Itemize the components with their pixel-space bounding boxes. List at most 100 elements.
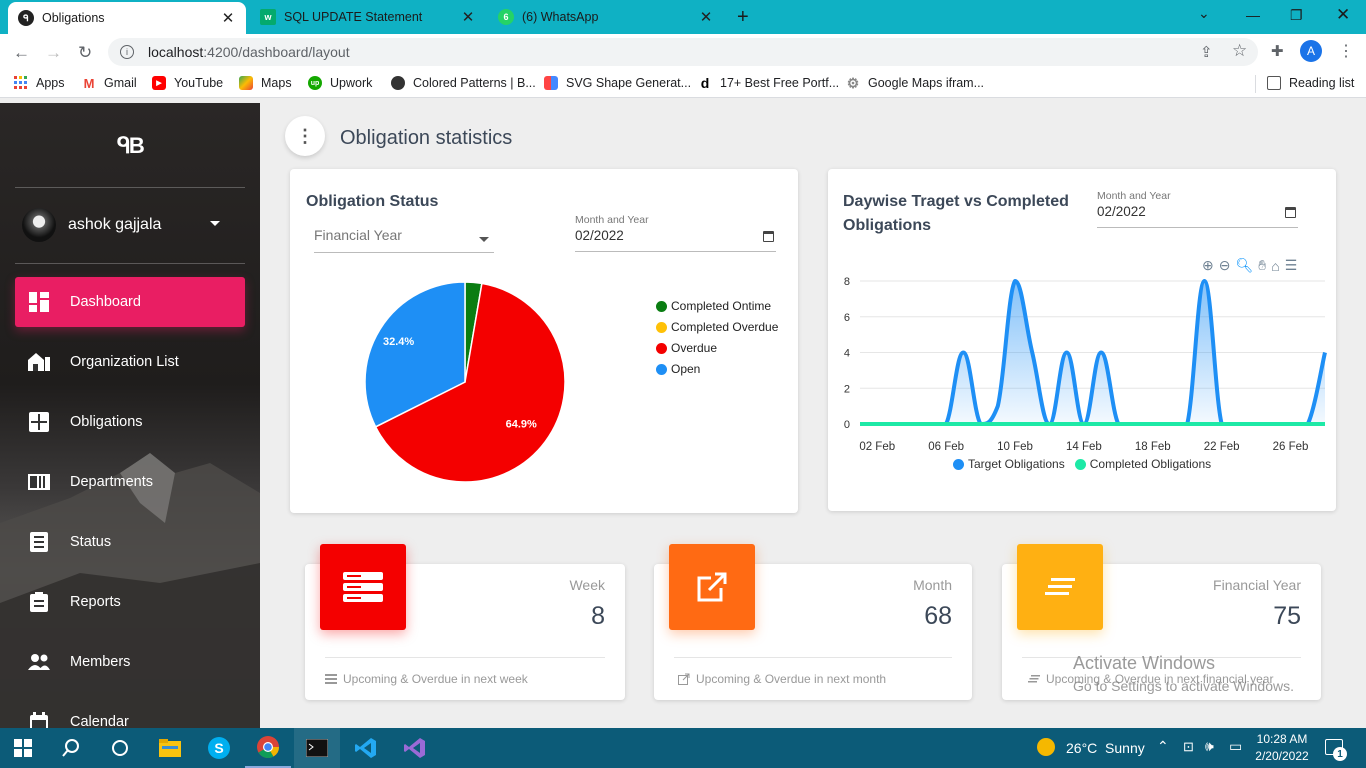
bookmark-gmail[interactable]: M Gmail — [82, 75, 137, 91]
window-close-button[interactable]: ✕ — [1336, 5, 1350, 25]
legend-item[interactable]: Completed Obligations — [1074, 457, 1211, 471]
calendar-icon[interactable] — [1285, 207, 1296, 218]
site-info-icon[interactable]: i — [120, 45, 134, 59]
back-button[interactable]: ← — [13, 43, 30, 63]
restore-button[interactable]: ❐ — [1290, 7, 1303, 24]
bookmark-google-maps-iframe[interactable]: ⚙ Google Maps ifram... — [846, 74, 984, 91]
extensions-icon[interactable]: ✚ — [1271, 42, 1284, 60]
gear-icon: ⚙ — [846, 74, 860, 91]
browser-menu-icon[interactable]: ⋮ — [1338, 41, 1354, 61]
stat-footer: Upcoming & Overdue in next month — [678, 672, 886, 686]
legend-label: Completed Overdue — [671, 320, 779, 334]
legend-item[interactable]: Open — [656, 362, 700, 376]
app-logo[interactable]: ᑫB — [117, 133, 145, 159]
bookmark-svg-shape[interactable]: SVG Shape Generat... — [544, 76, 691, 90]
taskbar-file-explorer[interactable] — [147, 728, 193, 768]
profile-avatar[interactable]: A — [1300, 40, 1322, 62]
close-icon[interactable]: ✕ — [460, 8, 476, 26]
taskbar-terminal[interactable] — [294, 728, 340, 768]
stat-value: 75 — [1273, 602, 1301, 630]
gmail-icon: M — [83, 75, 95, 91]
search-button[interactable] — [48, 728, 94, 768]
month-year-input[interactable]: 02/2022 — [1097, 204, 1298, 228]
date-label: Month and Year — [1097, 190, 1171, 202]
legend-item[interactable]: Overdue — [656, 341, 717, 355]
lines-small-icon — [1028, 673, 1040, 685]
speaker-icon[interactable]: 🕪︎ — [1205, 738, 1214, 755]
stat-divider — [325, 657, 605, 658]
start-button[interactable] — [0, 728, 46, 768]
taskbar-chrome[interactable] — [245, 728, 291, 768]
sidebar-item-members[interactable]: Members — [15, 637, 245, 687]
chevron-down-icon[interactable] — [210, 221, 220, 226]
url-path: :4200/dashboard/layout — [203, 44, 350, 60]
user-profile[interactable]: ashok gajjala — [22, 208, 220, 242]
legend-label: Open — [671, 362, 701, 376]
more-vert-button[interactable]: ⋮ — [285, 116, 325, 156]
sidebar-item-organization-list[interactable]: Organization List — [15, 337, 245, 387]
tab-search-icon[interactable]: ⌄ — [1198, 5, 1210, 22]
calendar-icon — [27, 710, 51, 728]
cortana-icon — [112, 740, 128, 756]
stat-divider — [674, 657, 952, 658]
windows-activation-watermark: Activate Windows Go to Settings to activ… — [1073, 652, 1294, 698]
tab-obligations[interactable]: ᑫ Obligations ✕ — [8, 2, 246, 34]
calendar-icon[interactable] — [763, 231, 774, 242]
share-icon[interactable]: ⇪ — [1200, 43, 1213, 61]
taskbar-visual-studio[interactable] — [392, 728, 438, 768]
sidebar-item-departments[interactable]: Departments — [15, 457, 245, 507]
battery-icon[interactable]: ▭ — [1229, 738, 1242, 755]
bookmark-portfolio[interactable]: d 17+ Best Free Portf... — [698, 75, 839, 91]
system-clock[interactable]: 10:28 AM 2/20/2022 — [1253, 731, 1311, 765]
chevron-up-icon[interactable]: ⌃ — [1157, 738, 1169, 755]
sidebar-item-status[interactable]: Status — [15, 517, 245, 567]
card-title: Obligation Status — [306, 193, 439, 210]
close-icon[interactable]: ✕ — [698, 8, 714, 26]
bookmark-colored-patterns[interactable]: Colored Patterns | B... — [391, 76, 536, 90]
pie-data-label: 64.9% — [506, 419, 537, 431]
date-label: Month and Year — [575, 214, 649, 226]
y-tick-label: 2 — [844, 383, 850, 395]
address-bar[interactable]: i localhost:4200/dashboard/layout — [108, 38, 1258, 66]
bookmark-apps[interactable]: Apps — [14, 76, 65, 90]
reading-list-button[interactable]: Reading list — [1267, 76, 1354, 90]
new-tab-button[interactable]: + — [737, 6, 749, 29]
cortana-button[interactable] — [97, 728, 143, 768]
legend-marker — [656, 363, 667, 375]
close-icon[interactable]: ✕ — [220, 9, 236, 27]
sidebar-item-calendar[interactable]: Calendar — [15, 697, 245, 728]
reload-button[interactable]: ↻ — [78, 43, 92, 63]
legend-item[interactable]: Target Obligations — [953, 457, 1065, 471]
forward-button[interactable]: → — [45, 43, 62, 63]
tab-sql-update[interactable]: w SQL UPDATE Statement ✕ — [250, 0, 486, 34]
sidebar-divider — [15, 187, 245, 188]
taskbar-skype[interactable]: S — [196, 728, 242, 768]
bookmark-maps[interactable]: Maps — [239, 76, 292, 90]
page-title: Obligation statistics — [340, 127, 513, 149]
sidebar-item-reports[interactable]: Reports — [15, 577, 245, 627]
sidebar-item-obligations[interactable]: Obligations — [15, 397, 245, 447]
tab-whatsapp[interactable]: 6 (6) WhatsApp ✕ — [488, 0, 724, 34]
bookmark-upwork[interactable]: up Upwork — [308, 76, 372, 90]
financial-year-select[interactable]: Financial Year — [314, 227, 494, 253]
legend-item[interactable]: Completed Ontime — [656, 299, 771, 313]
select-value: Financial Year — [314, 227, 402, 243]
weather-text[interactable]: 26°C Sunny — [1066, 740, 1145, 756]
weather-sun-icon[interactable] — [1037, 738, 1055, 756]
taskbar-vscode[interactable] — [343, 728, 389, 768]
minimize-button[interactable]: — — [1246, 7, 1260, 23]
browser-toolbar: ← → ↻ i localhost:4200/dashboard/layout … — [0, 34, 1366, 70]
legend-item[interactable]: Completed Overdue — [656, 320, 778, 334]
bookmark-star-icon[interactable]: ☆ — [1232, 41, 1247, 61]
bookmark-label: Colored Patterns | B... — [413, 76, 536, 90]
pie-chart: 64.9% 32.4% — [364, 281, 566, 483]
bookmark-youtube[interactable]: ▶ YouTube — [152, 76, 223, 90]
y-tick-label: 6 — [844, 312, 850, 324]
tab-title: Obligations — [42, 11, 105, 25]
month-year-input[interactable]: 02/2022 — [575, 228, 776, 252]
chrome-icon — [257, 736, 279, 758]
search-icon — [62, 739, 79, 757]
legend-label: Completed Ontime — [671, 299, 772, 313]
network-tray-icon[interactable]: ⊡ — [1183, 739, 1194, 755]
sidebar-item-dashboard[interactable]: Dashboard — [15, 277, 245, 327]
